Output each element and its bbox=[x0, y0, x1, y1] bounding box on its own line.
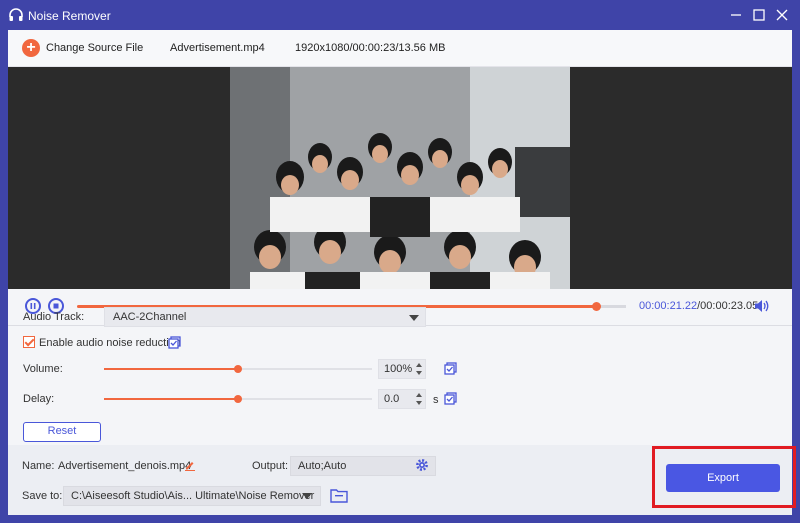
minimize-icon[interactable] bbox=[727, 6, 745, 24]
noise-reduction-checkbox[interactable] bbox=[23, 336, 35, 348]
output-file-name: Advertisement_denois.mp4 bbox=[58, 460, 192, 472]
close-icon[interactable] bbox=[773, 6, 791, 24]
stepper-up-icon[interactable] bbox=[416, 393, 422, 397]
video-preview[interactable] bbox=[8, 67, 792, 289]
audio-track-value: AAC-2Channel bbox=[113, 311, 187, 323]
name-label: Name: bbox=[22, 460, 55, 472]
delay-unit: s bbox=[433, 394, 439, 406]
window-title: Noise Remover bbox=[28, 9, 111, 23]
noise-reduction-label[interactable]: Enable audio noise reduction bbox=[39, 337, 181, 349]
export-button[interactable]: Export bbox=[666, 464, 780, 492]
save-path-select[interactable]: C:\Aiseesoft Studio\Ais... Ultimate\Nois… bbox=[63, 486, 321, 506]
stepper-down-icon[interactable] bbox=[416, 371, 422, 375]
reset-button[interactable]: Reset bbox=[23, 422, 101, 442]
volume-label: Volume: bbox=[23, 363, 63, 375]
output-label: Output: bbox=[252, 460, 289, 472]
audio-track-label: Audio Track: bbox=[23, 311, 85, 323]
save-path-value: C:\Aiseesoft Studio\Ais... Ultimate\Nois… bbox=[71, 490, 315, 502]
chevron-down-icon bbox=[409, 315, 419, 321]
time-display: 00:00:21.22/00:00:23.05 bbox=[639, 300, 758, 312]
source-toolbar: + Change Source File Advertisement.mp4 1… bbox=[8, 30, 792, 67]
noise-remover-window: Noise Remover + Change Source File Adver… bbox=[0, 0, 800, 523]
audio-track-select[interactable]: AAC-2Channel bbox=[104, 307, 426, 327]
volume-value: 100% bbox=[384, 363, 413, 375]
source-file-info: 1920x1080/00:00:23/13.56 MB bbox=[295, 42, 446, 54]
main-panel: + Change Source File Advertisement.mp4 1… bbox=[8, 30, 792, 515]
source-file-name: Advertisement.mp4 bbox=[170, 42, 265, 54]
stepper-up-icon[interactable] bbox=[416, 363, 422, 367]
output-format-value: Auto;Auto bbox=[298, 460, 347, 472]
delay-value: 0.0 bbox=[384, 393, 400, 405]
video-thumbnail-image bbox=[230, 67, 570, 289]
folder-icon[interactable] bbox=[330, 488, 348, 503]
add-file-icon[interactable]: + bbox=[22, 39, 40, 57]
volume-slider-fill[interactable] bbox=[104, 368, 238, 370]
video-frame bbox=[230, 67, 570, 289]
copy-volume-icon[interactable] bbox=[444, 362, 457, 375]
volume-slider-handle[interactable] bbox=[234, 365, 242, 373]
stepper-down-icon[interactable] bbox=[416, 401, 422, 405]
delay-label: Delay: bbox=[23, 393, 55, 405]
copy-settings-icon[interactable] bbox=[168, 336, 181, 349]
title-bar: Noise Remover bbox=[0, 0, 800, 30]
progress-handle[interactable] bbox=[592, 302, 601, 311]
save-to-label: Save to: bbox=[22, 490, 63, 502]
edit-icon[interactable] bbox=[184, 459, 196, 471]
volume-icon[interactable] bbox=[754, 299, 770, 313]
delay-slider-handle[interactable] bbox=[234, 395, 242, 403]
gear-icon[interactable] bbox=[415, 458, 429, 472]
copy-delay-icon[interactable] bbox=[444, 392, 457, 405]
maximize-icon[interactable] bbox=[750, 6, 768, 24]
headphones-icon bbox=[9, 8, 23, 21]
delay-stepper[interactable]: 0.0 bbox=[378, 389, 426, 409]
total-time: /00:00:23.05 bbox=[697, 300, 759, 312]
chevron-down-icon bbox=[302, 493, 312, 499]
change-source-button[interactable]: Change Source File bbox=[46, 42, 143, 54]
delay-slider-fill[interactable] bbox=[104, 398, 238, 400]
current-time: 00:00:21.22 bbox=[639, 300, 698, 312]
volume-stepper[interactable]: 100% bbox=[378, 359, 426, 379]
